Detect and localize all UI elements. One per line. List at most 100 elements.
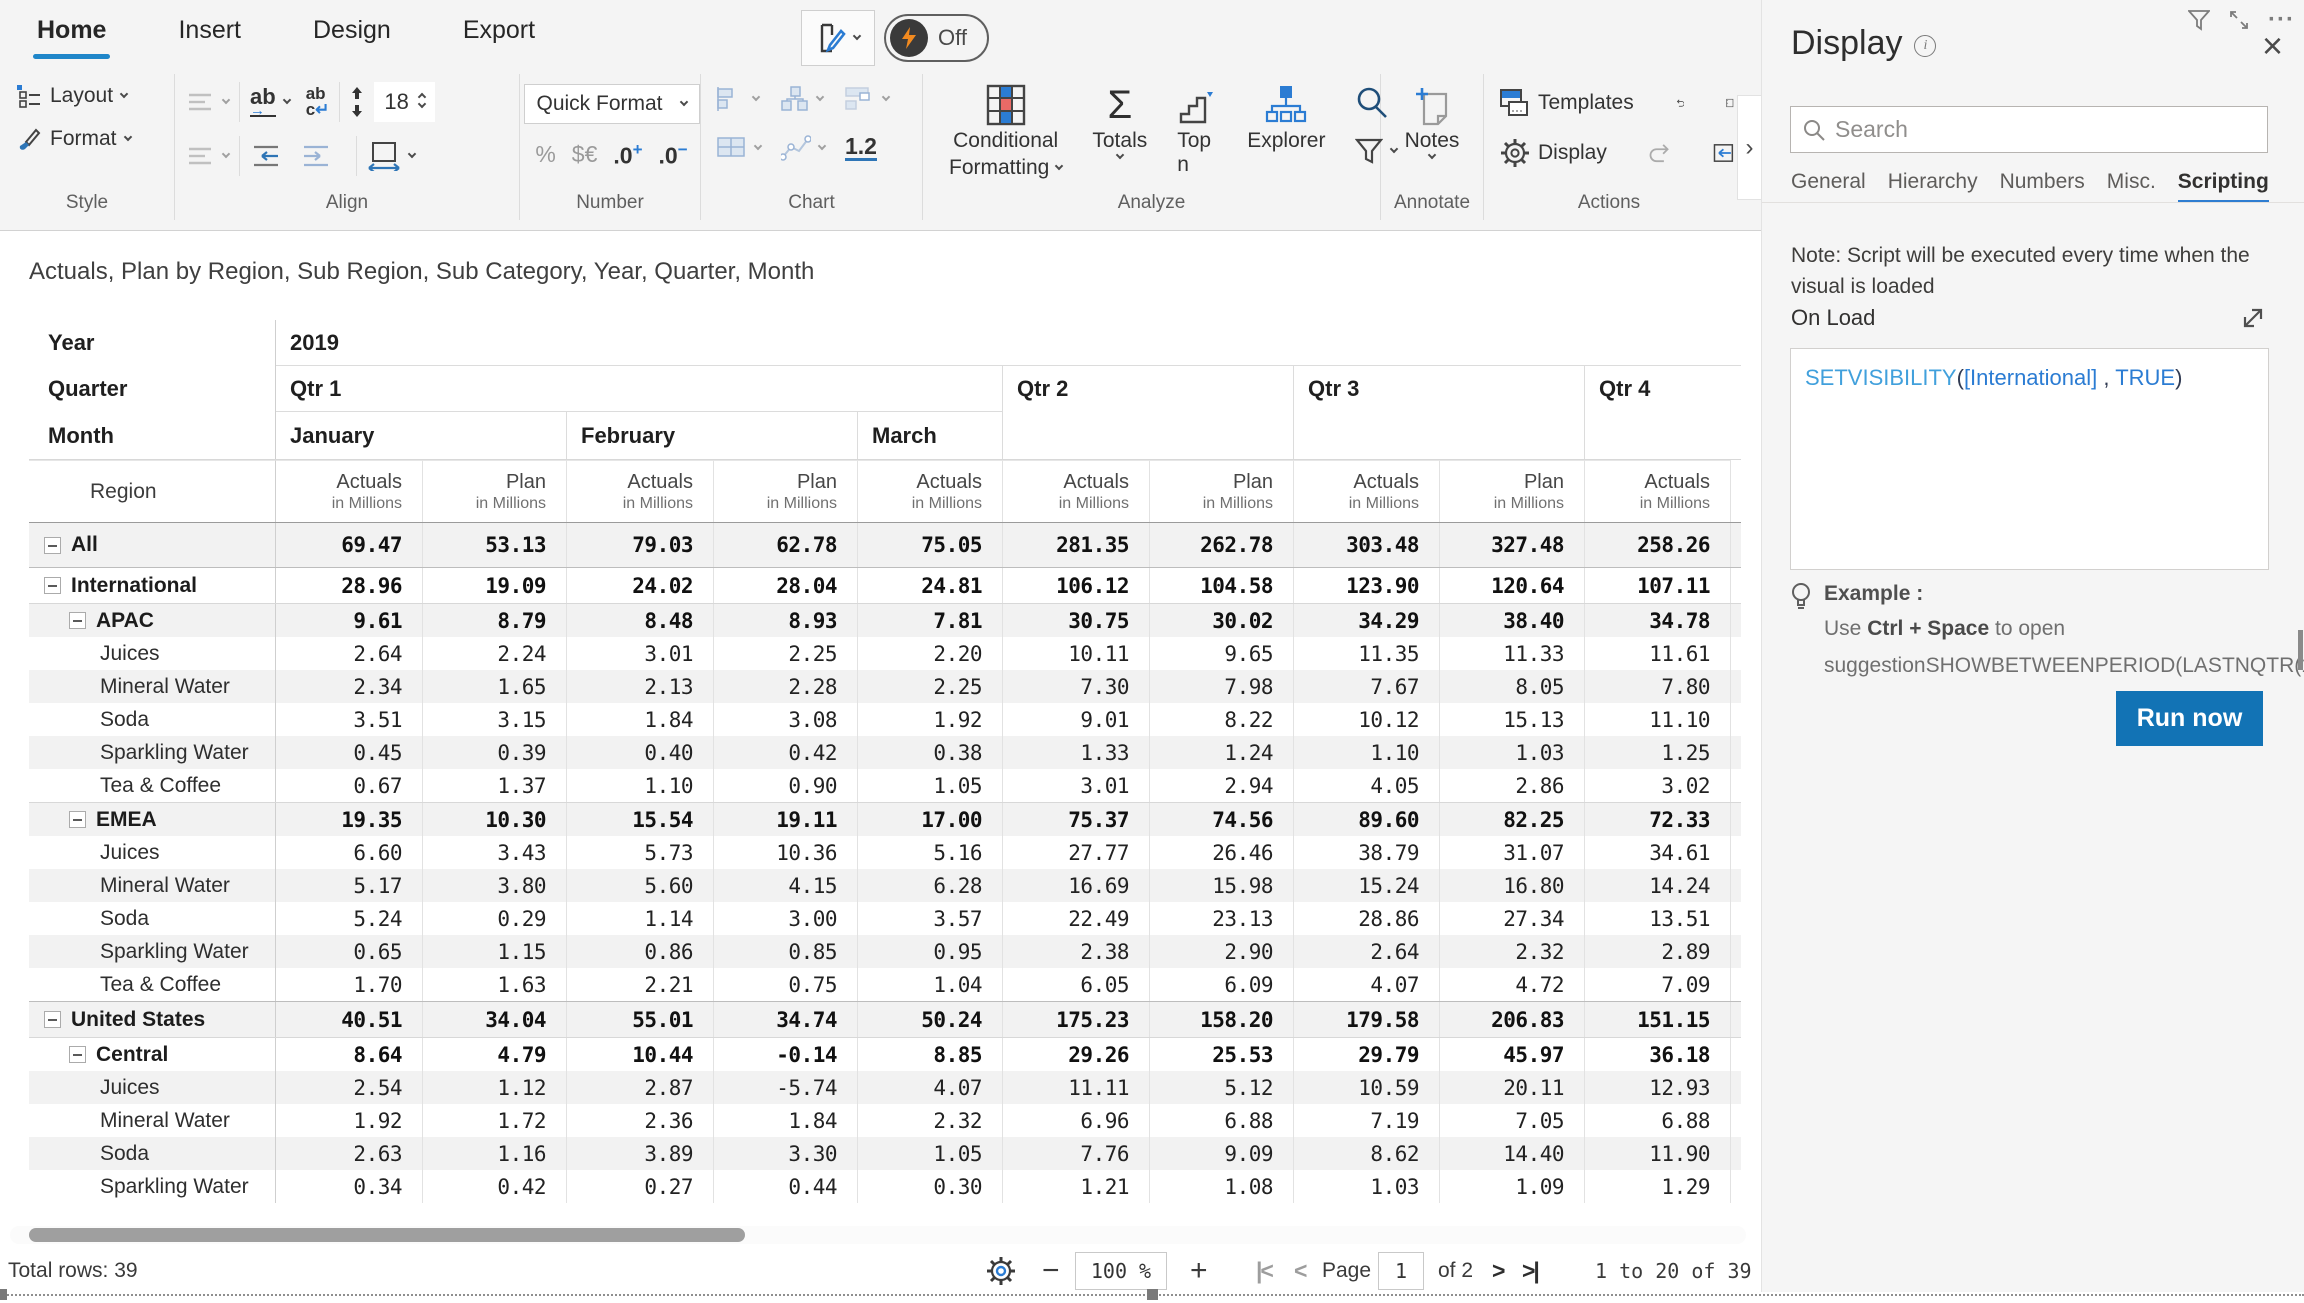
scrollbar-thumb[interactable] <box>29 1228 745 1242</box>
pane-tab-numbers[interactable]: Numbers <box>2000 170 2085 203</box>
tab-export[interactable]: Export <box>463 16 535 55</box>
next-page-button[interactable]: > <box>1492 1258 1503 1285</box>
pane-tab-misc[interactable]: Misc. <box>2107 170 2156 203</box>
wrap-text-button[interactable]: abc↵ <box>306 86 330 118</box>
quick-format-dropdown[interactable]: Quick Format <box>524 84 700 124</box>
filter-icon[interactable] <box>2188 9 2210 31</box>
table-row-united-states[interactable]: United States40.5134.0455.0134.7450.2417… <box>29 1001 1741 1037</box>
table-row-all[interactable]: All69.4753.1379.0362.7875.05281.35262.78… <box>29 523 1741 567</box>
column-header-actuals[interactable]: Actualsin Millions <box>1584 460 1730 522</box>
pane-tab-general[interactable]: General <box>1791 170 1866 203</box>
table-row-juices[interactable]: Juices6.603.435.7310.365.1627.7726.4638.… <box>29 836 1741 869</box>
collapse-icon[interactable] <box>44 1011 61 1028</box>
month-header-march[interactable]: March <box>857 412 1002 459</box>
explorer-button[interactable]: Explorer <box>1247 84 1325 180</box>
tab-home[interactable]: Home <box>37 16 106 55</box>
table-row-emea[interactable]: EMEA19.3510.3015.5419.1117.0075.3774.568… <box>29 802 1741 836</box>
quarter-header-q2[interactable]: Qtr 2 <box>1002 366 1293 459</box>
resize-handle-bottom[interactable] <box>1147 1289 1158 1300</box>
column-header-actuals[interactable]: Actualsin Millions <box>566 460 713 522</box>
table-settings-button[interactable] <box>986 1256 1016 1286</box>
collapse-icon[interactable] <box>44 537 61 554</box>
first-page-button[interactable]: |< <box>1256 1258 1272 1285</box>
horizontal-align-button[interactable] <box>189 146 229 166</box>
percent-format-button[interactable]: % <box>535 141 555 168</box>
increase-decimal-button[interactable]: .0+ <box>613 140 642 170</box>
collapse-icon[interactable] <box>69 811 86 828</box>
ruler-icon[interactable] <box>1726 88 1734 118</box>
format-button[interactable]: Format <box>16 126 174 152</box>
page-number-input[interactable]: 1 <box>1378 1252 1424 1290</box>
table-row-apac[interactable]: APAC9.618.798.488.937.8130.7530.0234.293… <box>29 603 1741 637</box>
expand-editor-icon[interactable] <box>2240 305 2266 331</box>
row-height-button[interactable] <box>350 87 364 117</box>
undo-icon[interactable] <box>1676 90 1685 116</box>
column-header-actuals[interactable]: Actualsin Millions <box>1293 460 1439 522</box>
table-row-sparkling-water[interactable]: Sparkling Water0.340.420.270.440.301.211… <box>29 1170 1741 1203</box>
script-editor[interactable]: SETVISIBILITY([International] , TRUE) <box>1790 348 2269 570</box>
collapse-icon[interactable] <box>44 577 61 594</box>
layout-button[interactable]: Layout <box>16 84 174 108</box>
month-header-january[interactable]: January <box>276 412 566 459</box>
templates-button[interactable]: Templates <box>1500 89 1634 117</box>
tab-design[interactable]: Design <box>313 16 391 55</box>
horizontal-scrollbar[interactable] <box>10 1226 1746 1244</box>
font-size-stepper[interactable]: 18 <box>374 82 434 122</box>
notes-button[interactable]: Notes <box>1381 74 1483 158</box>
table-row-central[interactable]: Central8.644.7910.44-0.148.8529.2625.532… <box>29 1037 1741 1071</box>
text-overflow-button[interactable]: ab→ <box>250 87 290 118</box>
table-row-tea-coffee[interactable]: Tea & Coffee0.671.371.100.901.053.012.94… <box>29 769 1741 802</box>
table-row-juices[interactable]: Juices2.541.122.87-5.744.0711.115.1210.5… <box>29 1071 1741 1104</box>
table-row-sparkling-water[interactable]: Sparkling Water0.450.390.400.420.381.331… <box>29 736 1741 769</box>
display-button[interactable]: Display <box>1500 138 1607 168</box>
column-header-plan[interactable]: Planin Millions <box>1149 460 1293 522</box>
zoom-out-button[interactable]: − <box>1042 1254 1060 1288</box>
year-value[interactable]: 2019 <box>276 320 1741 366</box>
column-header-actuals[interactable]: Actualsin Millions <box>1002 460 1149 522</box>
redo-icon[interactable] <box>1649 140 1671 166</box>
chevron-down-icon[interactable] <box>418 99 426 107</box>
table-row-tea-coffee[interactable]: Tea & Coffee1.701.632.210.751.046.056.09… <box>29 968 1741 1001</box>
power-toggle[interactable]: Off <box>884 14 989 62</box>
table-row-soda[interactable]: Soda3.513.151.843.081.929.018.2210.1215.… <box>29 703 1741 736</box>
collapse-icon[interactable] <box>69 1046 86 1063</box>
table-row-international[interactable]: International28.9619.0924.0228.0424.8110… <box>29 567 1741 603</box>
column-header-plan[interactable]: Planin Millions <box>422 460 566 522</box>
zoom-level-input[interactable]: 100 % <box>1075 1252 1167 1290</box>
search-box[interactable] <box>1790 106 2268 153</box>
table-row-soda[interactable]: Soda5.240.291.143.003.5722.4923.1328.862… <box>29 902 1741 935</box>
region-column-header[interactable]: Region <box>29 460 276 522</box>
quarter-header-q4[interactable]: Qtr 4 <box>1584 366 1741 459</box>
top-n-button[interactable]: Top n <box>1177 84 1217 180</box>
line-chart-button[interactable] <box>781 134 845 161</box>
zoom-in-button[interactable]: + <box>1190 1254 1208 1288</box>
more-options-icon[interactable]: ··· <box>2268 6 2295 34</box>
quarter-header-q1[interactable]: Qtr 1 <box>276 366 1002 412</box>
totals-button[interactable]: Σ Totals <box>1092 84 1147 180</box>
decrease-decimal-button[interactable]: .0− <box>659 140 688 170</box>
increase-indent-button[interactable] <box>302 145 332 167</box>
column-header-actuals[interactable]: Actualsin Millions <box>276 460 422 522</box>
table-style-button[interactable] <box>717 134 781 161</box>
quarter-header-q3[interactable]: Qtr 3 <box>1293 366 1584 459</box>
column-header-actuals[interactable]: Actualsin Millions <box>857 460 1002 522</box>
tab-insert[interactable]: Insert <box>178 16 241 55</box>
decrease-indent-button[interactable] <box>250 145 280 167</box>
table-row-mineral-water[interactable]: Mineral Water2.341.652.132.282.257.307.9… <box>29 670 1741 703</box>
table-row-juices[interactable]: Juices2.642.243.012.252.2010.119.6511.35… <box>29 637 1741 670</box>
decimal-places-button[interactable]: 1.2 <box>845 134 877 161</box>
run-now-button[interactable]: Run now <box>2116 691 2263 746</box>
pane-scrollbar[interactable] <box>2298 630 2303 670</box>
table-row-sparkling-water[interactable]: Sparkling Water0.651.150.860.850.952.382… <box>29 935 1741 968</box>
edit-mode-button[interactable] <box>801 10 875 66</box>
small-multiples-button[interactable] <box>845 86 909 112</box>
previous-page-button[interactable]: < <box>1294 1258 1305 1285</box>
search-input[interactable] <box>1835 116 2255 143</box>
focus-mode-icon[interactable] <box>2228 9 2250 31</box>
month-header-february[interactable]: February <box>566 412 857 459</box>
column-header-plan[interactable]: Planin Millions <box>1439 460 1584 522</box>
expand-pane-button[interactable]: › <box>1737 95 1761 200</box>
hierarchy-chart-button[interactable] <box>781 86 845 112</box>
table-row-soda[interactable]: Soda2.631.163.893.301.057.769.098.6214.4… <box>29 1137 1741 1170</box>
arrow-box-icon[interactable] <box>1713 140 1734 166</box>
